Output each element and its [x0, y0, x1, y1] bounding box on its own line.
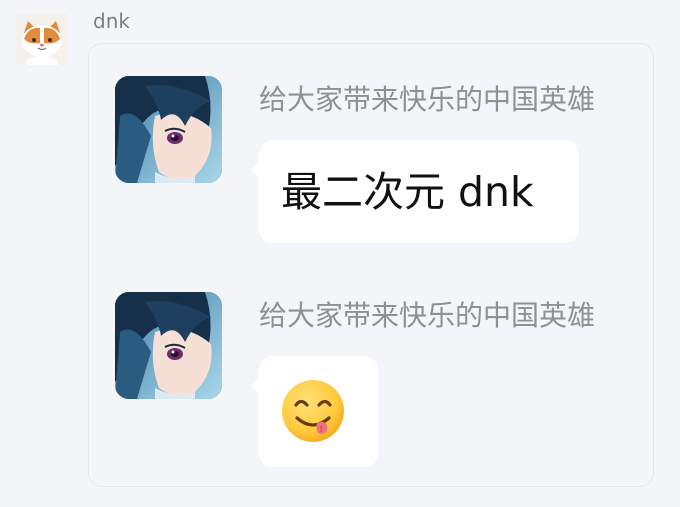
- message-sender-name: 给大家带来快乐的中国英雄: [259, 83, 596, 116]
- anime-boy-avatar-icon: [115, 292, 222, 399]
- anime-boy-avatar-icon: [115, 76, 222, 183]
- message-text: 最二次元 dnk: [281, 168, 534, 216]
- message-avatar[interactable]: [115, 292, 222, 399]
- yum-face-emoji-icon: [282, 380, 344, 442]
- message-avatar[interactable]: [115, 76, 222, 183]
- sender-avatar[interactable]: [16, 13, 68, 65]
- message-sender-name: 给大家带来快乐的中国英雄: [259, 299, 596, 332]
- cat-avatar-icon: [16, 13, 68, 65]
- forwarded-chat-card[interactable]: 给大家带来快乐的中国英雄 最二次元 dnk 给大家带来快乐的中国英雄: [88, 43, 654, 487]
- message-bubble[interactable]: 最二次元 dnk: [251, 140, 579, 243]
- sender-name[interactable]: dnk: [93, 8, 130, 34]
- message-bubble[interactable]: [251, 356, 378, 467]
